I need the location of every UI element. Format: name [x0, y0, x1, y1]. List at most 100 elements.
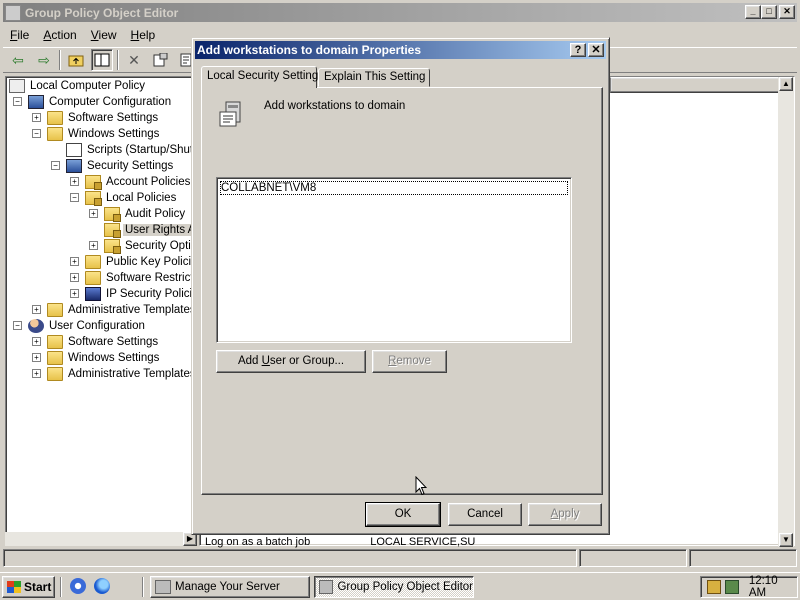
show-desktop-icon[interactable] — [70, 578, 86, 594]
task-manage-your-server[interactable]: Manage Your Server — [150, 576, 310, 598]
tree-node-user-software-settings[interactable]: Software Settings — [47, 334, 160, 350]
security-shield-tray-icon[interactable] — [707, 580, 721, 594]
cancel-button[interactable]: Cancel — [448, 503, 522, 526]
quicklaunch-separator — [60, 577, 62, 597]
mouse-cursor-icon — [415, 476, 427, 496]
tab-panel: Add workstations to domain COLLABNET\VM8… — [201, 87, 603, 495]
collapse-icon[interactable]: − — [32, 129, 41, 138]
tree-horizontal-scrollbar[interactable]: ▶ — [5, 532, 197, 546]
expand-icon[interactable]: + — [70, 289, 79, 298]
expand-icon[interactable]: + — [70, 177, 79, 186]
tree-node-security-settings[interactable]: Security Settings — [66, 158, 175, 174]
tree-node-software-settings[interactable]: Software Settings — [47, 110, 160, 126]
expand-icon[interactable]: + — [32, 353, 41, 362]
minimize-button[interactable]: _ — [745, 5, 761, 19]
ok-button[interactable]: OK — [365, 502, 441, 527]
back-arrow-icon[interactable]: ⇦ — [7, 49, 29, 71]
menu-view[interactable]: View — [84, 25, 124, 45]
folder-icon — [47, 351, 63, 365]
folder-icon — [47, 303, 63, 317]
tree-node-user-windows-settings[interactable]: Windows Settings — [47, 350, 161, 366]
dialog-close-button[interactable]: ✕ — [588, 43, 604, 57]
windows-logo-icon — [7, 581, 21, 593]
expand-icon[interactable]: + — [32, 305, 41, 314]
properties-icon[interactable] — [149, 49, 171, 71]
collapse-icon[interactable]: − — [13, 321, 22, 330]
expand-icon[interactable]: + — [89, 209, 98, 218]
internet-explorer-icon[interactable] — [94, 578, 110, 594]
tree-node-administrative-templates[interactable]: Administrative Templates — [47, 302, 198, 318]
expand-icon[interactable]: + — [70, 257, 79, 266]
tree-node-user-configuration[interactable]: User Configuration — [28, 318, 147, 334]
gpedit-app-icon — [5, 4, 21, 21]
expand-icon[interactable]: + — [32, 113, 41, 122]
tree-node-audit-policy[interactable]: Audit Policy — [104, 206, 187, 222]
expand-icon[interactable]: + — [32, 369, 41, 378]
network-tray-icon[interactable] — [724, 580, 739, 594]
scroll-up-icon[interactable]: ▲ — [779, 77, 793, 91]
properties-dialog: Add workstations to domain Properties ? … — [191, 37, 610, 535]
folder-icon — [47, 111, 63, 125]
main-titlebar[interactable]: Group Policy Object Editor _ □ ✕ — [3, 3, 797, 22]
show-hide-tree-icon[interactable] — [91, 49, 113, 71]
tab-explain-this-setting[interactable]: Explain This Setting — [318, 68, 430, 87]
tree-node-computer-configuration[interactable]: Computer Configuration — [28, 94, 173, 110]
taskbar: Start Manage Your Server Group Policy Ob… — [0, 572, 800, 600]
tab-local-security-setting[interactable]: Local Security Setting — [201, 66, 318, 88]
maximize-button[interactable]: □ — [761, 5, 777, 19]
collapse-icon[interactable]: − — [51, 161, 60, 170]
task-group-policy-object-editor[interactable]: Group Policy Object Editor — [314, 576, 474, 598]
start-button[interactable]: Start — [2, 576, 55, 598]
list-item[interactable]: COLLABNET\VM8 — [220, 181, 568, 195]
dialog-titlebar[interactable]: Add workstations to domain Properties ? … — [195, 41, 606, 59]
locked-folder-icon — [104, 239, 121, 254]
status-cell-3 — [689, 549, 797, 567]
up-folder-icon[interactable] — [65, 49, 87, 71]
collapse-icon[interactable]: − — [70, 193, 79, 202]
delete-icon[interactable]: ✕ — [123, 49, 145, 71]
policy-name-label: Add workstations to domain — [264, 100, 406, 112]
add-user-or-group-button[interactable]: Add User or Group... — [216, 350, 366, 373]
folder-icon — [47, 127, 63, 141]
tree-node-public-key-policies[interactable]: Public Key Policies — [85, 254, 205, 270]
locked-folder-icon — [85, 175, 102, 190]
security-settings-icon — [66, 159, 82, 173]
menu-action[interactable]: Action — [36, 25, 83, 45]
column-header-setting[interactable] — [610, 77, 781, 93]
tree-node-windows-settings[interactable]: Windows Settings — [47, 126, 161, 142]
menu-bar: File Action View Help — [3, 25, 162, 45]
menu-help[interactable]: Help — [124, 25, 163, 45]
members-listbox[interactable]: COLLABNET\VM8 — [216, 177, 572, 343]
gpedit-icon — [319, 580, 334, 594]
close-button[interactable]: ✕ — [779, 5, 795, 19]
status-bar — [3, 549, 797, 569]
toolbar-separator — [59, 50, 61, 70]
menu-file[interactable]: File — [3, 25, 36, 45]
expand-icon[interactable]: + — [70, 273, 79, 282]
help-button[interactable]: ? — [570, 43, 586, 57]
server-icon — [155, 580, 171, 594]
forward-arrow-icon[interactable]: ⇨ — [33, 49, 55, 71]
tree-node-account-policies[interactable]: Account Policies — [85, 174, 192, 190]
status-cell-2 — [579, 549, 687, 567]
tree-node-local-policies[interactable]: Local Policies — [85, 190, 178, 206]
folder-icon — [47, 367, 63, 381]
remove-button[interactable]: Remove — [372, 350, 447, 373]
locked-folder-icon — [104, 223, 121, 238]
tree-node-ip-security-policies[interactable]: IP Security Policies — [85, 286, 206, 302]
scroll-down-icon[interactable]: ▼ — [779, 533, 793, 547]
apply-button[interactable]: Apply — [528, 503, 602, 526]
details-vertical-scrollbar[interactable]: ▲ ▼ — [778, 77, 794, 547]
expand-icon[interactable]: + — [89, 241, 98, 250]
list-item[interactable]: Log on as a batch job LOCAL SERVICE,SU — [205, 536, 475, 548]
tree-node-user-administrative-templates[interactable]: Administrative Templates — [47, 366, 198, 382]
tree-node-local-computer-policy[interactable]: Local Computer Policy — [9, 78, 147, 94]
toolbar-separator — [117, 50, 119, 70]
collapse-icon[interactable]: − — [13, 97, 22, 106]
clock[interactable]: 12:10 AM — [749, 575, 797, 599]
expand-icon[interactable]: + — [32, 337, 41, 346]
console-tree[interactable]: Local Computer Policy − Computer Configu… — [5, 76, 252, 542]
computer-icon — [28, 95, 44, 109]
dialog-title: Add workstations to domain Properties — [197, 43, 422, 57]
ipsec-icon — [85, 287, 101, 301]
